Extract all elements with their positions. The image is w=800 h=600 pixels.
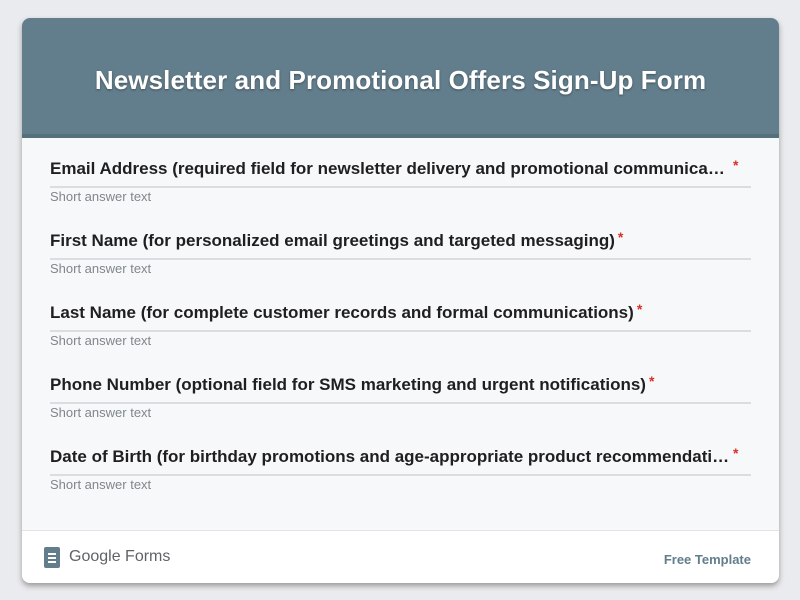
answer-underline[interactable] <box>50 330 751 332</box>
answer-placeholder[interactable]: Short answer text <box>50 406 751 420</box>
required-asterisk: * <box>617 229 624 245</box>
question-phone: Phone Number (optional field for SMS mar… <box>50 373 751 445</box>
question-last-name: Last Name (for complete customer records… <box>50 301 751 373</box>
required-asterisk: * <box>648 373 655 389</box>
answer-placeholder[interactable]: Short answer text <box>50 262 751 276</box>
required-asterisk: * <box>636 301 643 317</box>
free-template-link[interactable]: Free Template <box>664 552 751 567</box>
required-asterisk: * <box>733 157 739 173</box>
form-card: Newsletter and Promotional Offers Sign-U… <box>22 18 779 583</box>
google-forms-icon <box>44 546 60 568</box>
answer-placeholder[interactable]: Short answer text <box>50 190 751 204</box>
question-label: Last Name (for complete customer records… <box>50 303 634 322</box>
question-list: Email Address (required field for newsle… <box>22 138 779 517</box>
question-date-of-birth: Date of Birth (for birthday promotions a… <box>50 445 751 517</box>
answer-underline[interactable] <box>50 258 751 260</box>
form-title: Newsletter and Promotional Offers Sign-U… <box>94 64 707 95</box>
brand: Google Forms <box>44 546 171 568</box>
question-label: First Name (for personalized email greet… <box>50 231 615 250</box>
brand-name: Google Forms <box>69 548 171 565</box>
question-label: Date of Birth (for birthday promotions a… <box>50 447 730 466</box>
question-email: Email Address (required field for newsle… <box>50 157 751 229</box>
question-label: Phone Number (optional field for SMS mar… <box>50 375 646 394</box>
answer-placeholder[interactable]: Short answer text <box>50 478 751 492</box>
question-first-name: First Name (for personalized email greet… <box>50 229 751 301</box>
form-footer: Google Forms Free Template <box>22 530 779 583</box>
answer-underline[interactable] <box>50 186 751 188</box>
answer-underline[interactable] <box>50 402 751 404</box>
question-label: Email Address (required field for newsle… <box>50 159 730 178</box>
required-asterisk: * <box>733 445 739 461</box>
answer-underline[interactable] <box>50 474 751 476</box>
form-header: Newsletter and Promotional Offers Sign-U… <box>22 18 779 138</box>
answer-placeholder[interactable]: Short answer text <box>50 334 751 348</box>
